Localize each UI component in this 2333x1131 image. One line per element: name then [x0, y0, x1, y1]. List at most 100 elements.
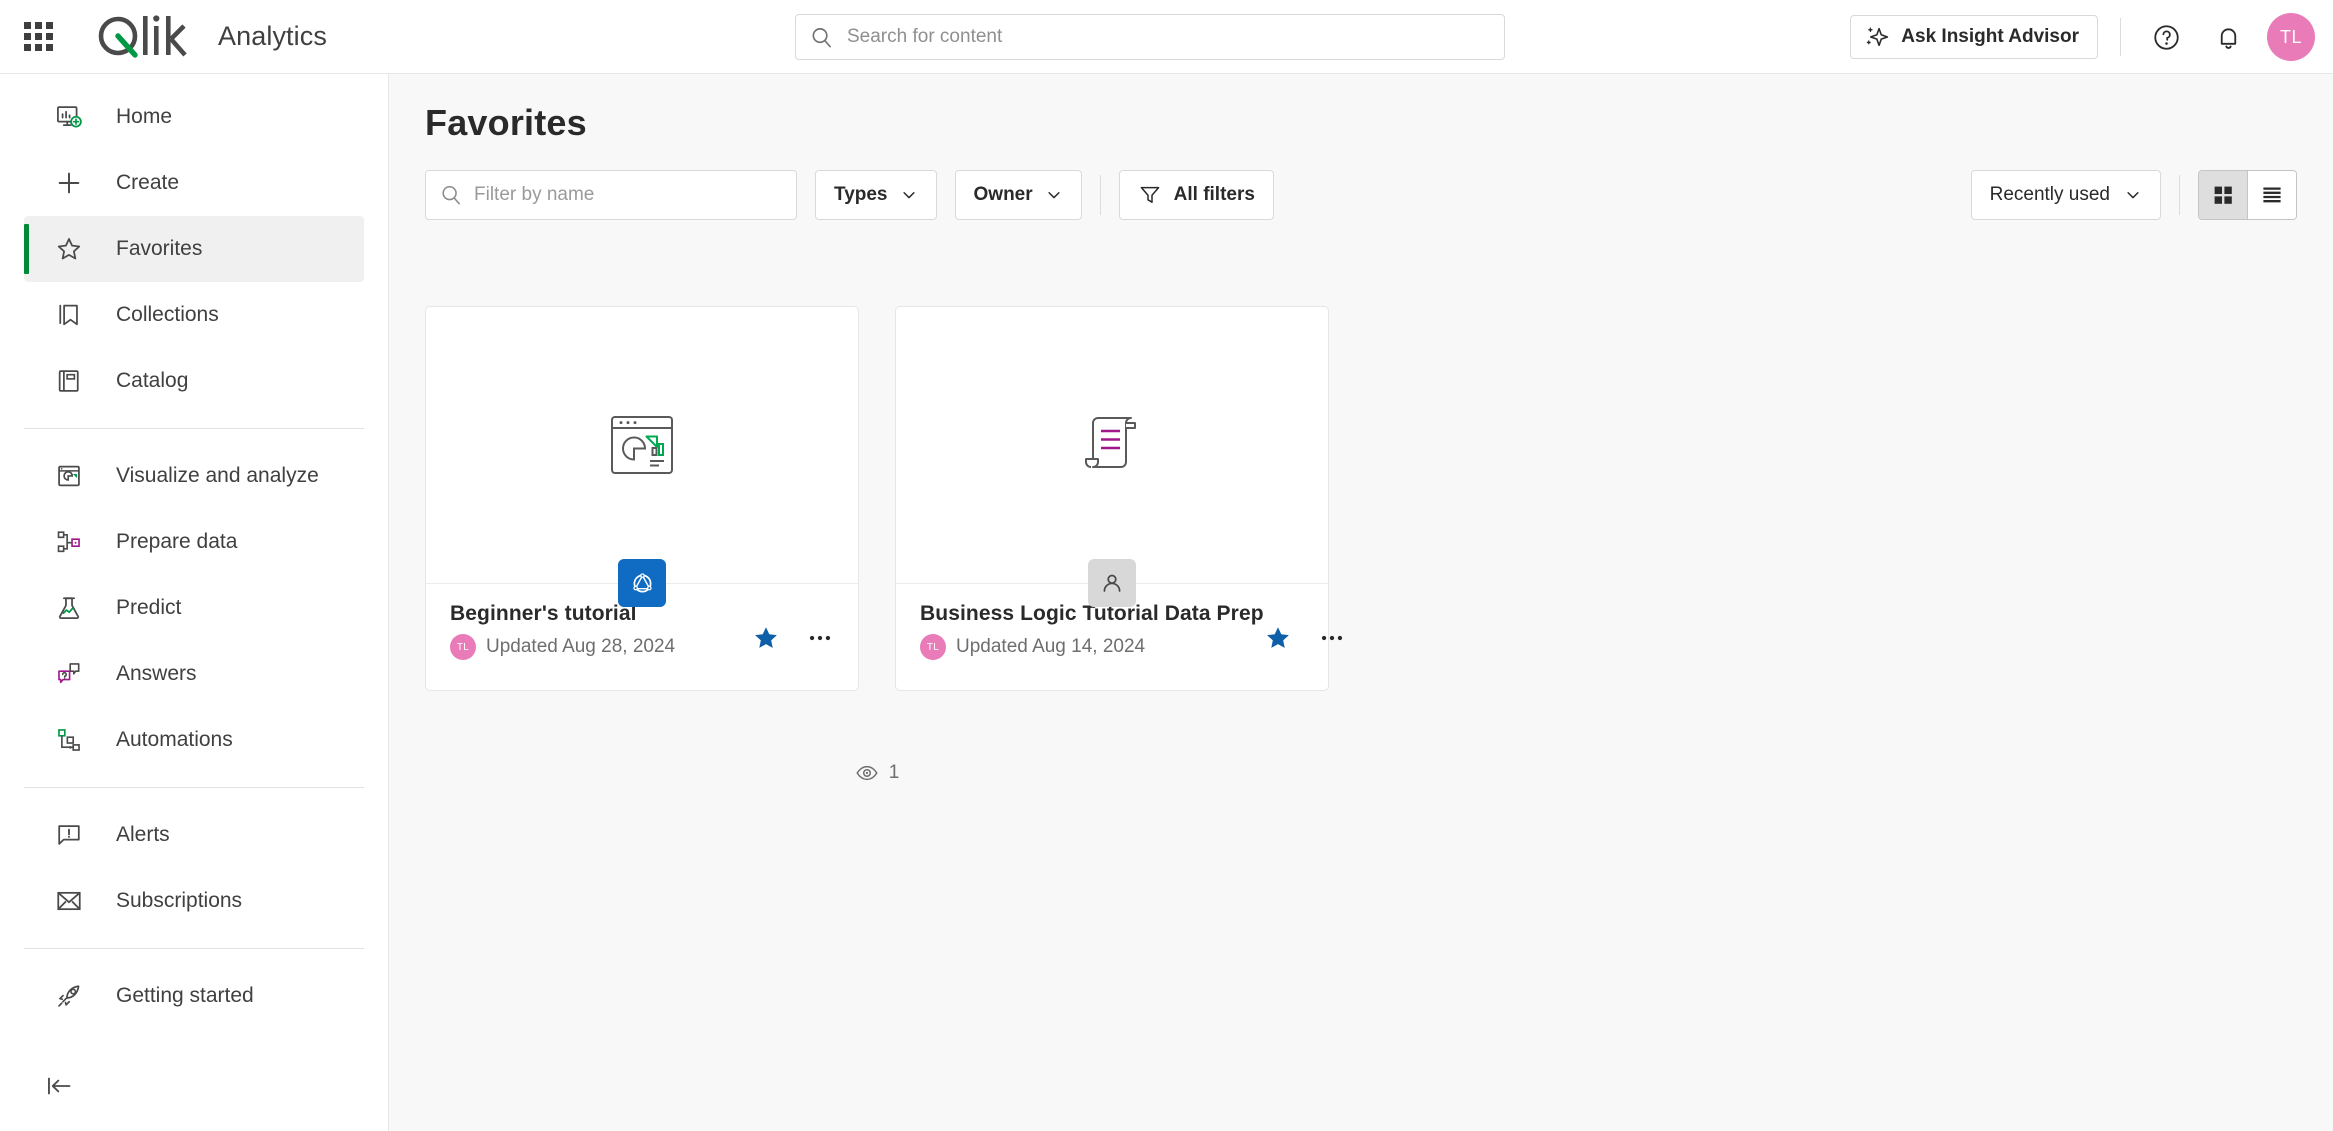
page-title: Favorites — [425, 102, 587, 143]
sidebar-item-subscriptions[interactable]: Subscriptions — [24, 868, 364, 934]
sidebar-divider — [24, 948, 364, 949]
sidebar-item-getting-started[interactable]: Getting started — [24, 963, 364, 1029]
top-header: Analytics Search for content Ask Insight… — [0, 0, 2333, 74]
sparkle-icon — [1867, 27, 1889, 46]
sidebar-item-predict[interactable]: Predict — [24, 575, 364, 641]
card-meta: Business Logic Tutorial Data Prep TL Upd… — [920, 602, 1264, 660]
chevron-down-icon — [2127, 192, 2139, 199]
content-toolbar: Filter by name Types Owner All filters R… — [425, 170, 2297, 220]
user-avatar[interactable]: TL — [2267, 13, 2315, 61]
search-icon — [812, 27, 831, 47]
sidebar-item-label: Favorites — [116, 237, 203, 260]
help-button[interactable] — [2143, 14, 2189, 60]
card-actions — [1264, 624, 1346, 652]
sidebar-item-alerts[interactable]: Alerts — [24, 802, 364, 868]
app-launcher-button[interactable] — [14, 13, 62, 61]
sort-label: Recently used — [1989, 184, 2110, 205]
sidebar-item-label: Catalog — [116, 369, 189, 392]
search-icon — [442, 185, 461, 205]
sidebar-item-favorites[interactable]: Favorites — [24, 216, 364, 282]
card-thumbnail — [426, 307, 858, 607]
qlik-logo — [98, 14, 187, 58]
star-outline-icon — [52, 232, 86, 266]
chevron-down-icon — [1048, 192, 1060, 199]
star-filled-icon — [1266, 627, 1289, 648]
content-card[interactable]: Business Logic Tutorial Data Prep TL Upd… — [895, 306, 1342, 691]
product-title: Analytics — [218, 21, 327, 51]
sidebar-item-label: Automations — [116, 728, 233, 751]
all-filters-button[interactable]: All filters — [1118, 170, 1274, 220]
sidebar-item-label: Predict — [116, 596, 182, 619]
brand[interactable]: Analytics — [92, 13, 327, 61]
chart-window-thumbnail — [611, 416, 673, 474]
filter-placeholder: Filter by name — [474, 184, 595, 205]
sidebar-item-create[interactable]: Create — [24, 150, 364, 216]
owner-avatar: TL — [450, 634, 476, 660]
chart-window-icon — [52, 459, 86, 493]
card-meta: Beginner's tutorial TL Updated Aug 28, 2… — [450, 602, 675, 660]
main-content: Favorites Filter by name Types Owner All… — [389, 74, 2333, 1131]
collapse-left-icon — [48, 1077, 71, 1095]
qlik-app-badge-icon — [632, 572, 652, 592]
more-options-button[interactable] — [806, 624, 834, 652]
content-card[interactable]: Beginner's tutorial TL Updated Aug 28, 2… — [425, 306, 859, 691]
toolbar-divider — [1099, 175, 1101, 215]
star-filled-icon — [755, 627, 777, 648]
list-view-button[interactable] — [2248, 171, 2296, 219]
collapse-sidebar-button[interactable] — [36, 1063, 82, 1109]
view-count-indicator: 1 — [425, 761, 1329, 785]
types-filter-dropdown[interactable]: Types — [815, 170, 937, 220]
sidebar-item-home[interactable]: Home — [24, 84, 364, 150]
avatar-initials: TL — [2279, 26, 2302, 47]
sidebar-item-label: Prepare data — [116, 530, 238, 553]
more-options-button[interactable] — [1318, 624, 1346, 652]
sidebar-item-automations[interactable]: Automations — [24, 707, 364, 773]
header-divider — [2120, 18, 2121, 56]
sidebar-item-catalog[interactable]: Catalog — [24, 348, 364, 414]
grid-view-button[interactable] — [2199, 171, 2247, 219]
grid-view-icon — [2214, 186, 2232, 204]
app-launcher-grid-icon — [23, 22, 53, 51]
sidebar-item-visualize-and-analyze[interactable]: Visualize and analyze — [24, 443, 364, 509]
catalog-book-icon — [52, 364, 86, 398]
card-thumbnail — [896, 307, 1328, 607]
sidebar-item-prepare-data[interactable]: Prepare data — [24, 509, 364, 575]
card-subtitle: TL Updated Aug 14, 2024 — [920, 634, 1264, 660]
list-view-icon — [2263, 187, 2281, 203]
card-updated-date: Updated Aug 14, 2024 — [956, 636, 1146, 657]
filter-by-name-input[interactable]: Filter by name — [425, 170, 797, 220]
search-input[interactable]: Search for content — [795, 14, 1505, 60]
chat-question-icon — [52, 657, 86, 691]
rocket-icon — [52, 979, 86, 1013]
sidebar-item-label: Create — [116, 171, 180, 194]
bookmark-icon — [52, 298, 86, 332]
types-filter-label: Types — [834, 184, 888, 205]
bell-icon — [2220, 27, 2236, 49]
more-options-icon — [1321, 635, 1342, 641]
toolbar-right-group: Recently used — [1970, 170, 2297, 220]
sidebar-item-label: Answers — [116, 662, 197, 685]
sidebar-navigation: Home Create Favorites Collections Catalo… — [0, 74, 389, 1131]
card-type-badge — [1088, 559, 1136, 607]
alert-bubble-icon — [52, 818, 86, 852]
ask-insight-advisor-button[interactable]: Ask Insight Advisor — [1850, 15, 2098, 59]
sidebar-item-label: Alerts — [116, 823, 170, 846]
header-actions: Ask Insight Advisor TL — [1850, 0, 2315, 74]
script-scroll-thumbnail — [1085, 417, 1136, 468]
card-actions — [752, 624, 834, 652]
sort-dropdown[interactable]: Recently used — [1970, 170, 2161, 220]
sidebar-item-label: Collections — [116, 303, 219, 326]
favorite-star-button[interactable] — [1264, 624, 1292, 652]
favorite-star-button[interactable] — [752, 624, 780, 652]
owner-filter-dropdown[interactable]: Owner — [954, 170, 1082, 220]
envelope-icon — [52, 884, 86, 918]
notifications-button[interactable] — [2205, 14, 2251, 60]
global-search[interactable]: Search for content — [795, 14, 1505, 60]
sidebar-item-answers[interactable]: Answers — [24, 641, 364, 707]
card-type-badge — [618, 559, 666, 607]
all-filters-label: All filters — [1173, 184, 1255, 205]
eye-icon — [856, 765, 878, 781]
person-badge-icon — [1103, 574, 1121, 592]
more-options-icon — [809, 635, 831, 641]
sidebar-item-collections[interactable]: Collections — [24, 282, 364, 348]
